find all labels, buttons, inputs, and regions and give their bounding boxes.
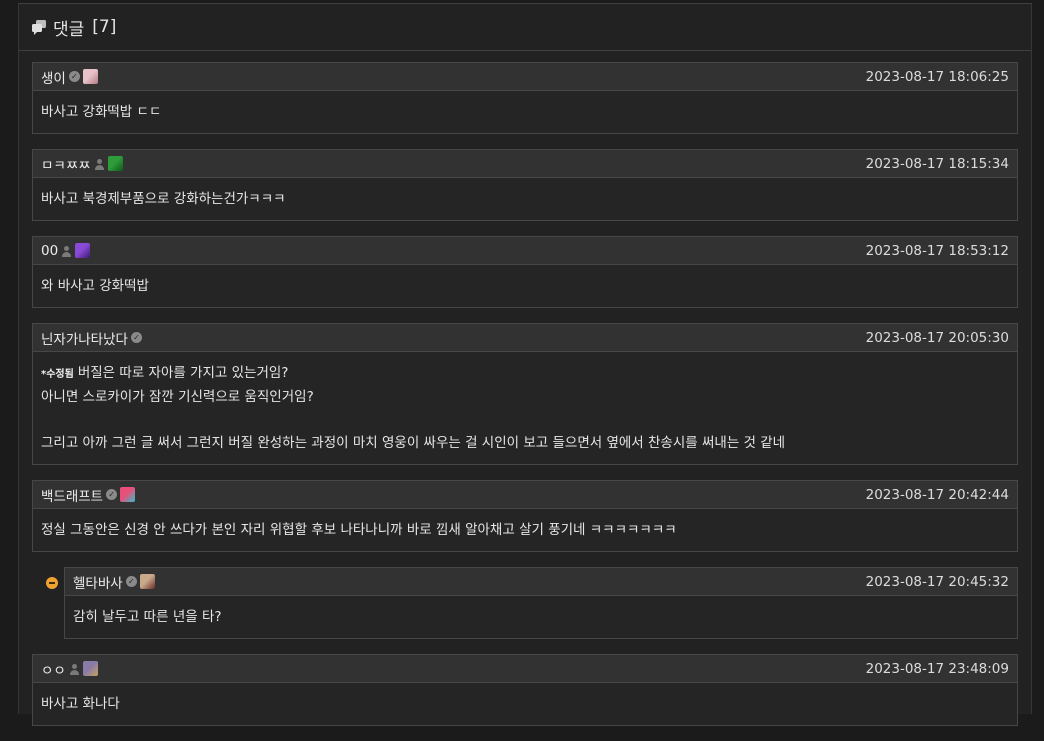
comment-text: 버질은 따로 자아를 가지고 있는거임? [77, 365, 289, 381]
comment-author[interactable]: 헬타바사 [73, 572, 123, 592]
comment-header: 00 2023-08-17 18:53:12 [33, 237, 1017, 265]
comment-text: 와 바사고 강화떡밥 [41, 278, 149, 294]
comment-body: 바사고 화나다 [33, 683, 1017, 725]
comment-author[interactable]: 생이 [41, 67, 66, 87]
verified-badge-icon: ✓ [130, 332, 142, 343]
comment-author-block: ㅁㅋㅉㅉ [41, 154, 123, 174]
comment-author-block: 00 [41, 243, 91, 259]
comment: 00 2023-08-17 18:53:12 와 바사고 강화떡밥 [32, 236, 1018, 308]
comments-icon [31, 19, 47, 35]
avatar[interactable] [82, 69, 98, 84]
reply-comment: 헬타바사 ✓ 2023-08-17 20:45:32 감히 날두고 따른 년을 … [46, 567, 1018, 639]
comment-author-block: 헬타바사 ✓ [73, 572, 155, 592]
comment-body: 정실 그동안은 신경 안 쓰다가 본인 자리 위협할 후보 나타나니까 바로 낌… [33, 509, 1017, 551]
comment: 백드래프트 ✓ 2023-08-17 20:42:44 정실 그동안은 신경 안… [32, 480, 1018, 552]
member-icon [69, 663, 80, 675]
comment-author-block: 닌자가나타났다 ✓ [41, 328, 142, 348]
comment-body: 바사고 북경제부품으로 강화하는건가ㅋㅋㅋ [33, 178, 1017, 220]
comment-header: 닌자가나타났다 ✓ 2023-08-17 20:05:30 [33, 324, 1017, 352]
comment-body: *수정됨 버질은 따로 자아를 가지고 있는거임? 아니면 스로카이가 잠깐 기신력… [33, 352, 1017, 464]
member-icon [94, 158, 105, 170]
comment-line: 아니면 스로카이가 잠깐 기신력으로 움직인거임? [41, 386, 1009, 409]
comment-author-block: 생이 ✓ [41, 67, 98, 87]
comment-line: 바사고 강화떡밥 ㄷㄷ [41, 101, 1009, 124]
edited-label: *수정됨 [41, 369, 74, 380]
comment-author[interactable]: 00 [41, 243, 58, 259]
comment-line: 바사고 화나다 [41, 693, 1009, 716]
comment-author[interactable]: ㅇㅇ [41, 659, 66, 679]
comment-author[interactable]: 백드래프트 [41, 485, 103, 505]
comment-timestamp: 2023-08-17 23:48:09 [865, 660, 1009, 677]
comment-timestamp: 2023-08-17 18:15:34 [865, 155, 1009, 172]
comment-author-block: ㅇㅇ [41, 659, 98, 679]
comments-section: 댓글 [7] 생이 ✓ 2023-08-17 18:06:25 바사고 강화떡밥… [18, 3, 1032, 726]
avatar[interactable] [120, 487, 136, 502]
comment-body: 와 바사고 강화떡밥 [33, 265, 1017, 307]
comment-header: 백드래프트 ✓ 2023-08-17 20:42:44 [33, 481, 1017, 509]
comment-author-block: 백드래프트 ✓ [41, 485, 136, 505]
comments-header: 댓글 [7] [19, 4, 1031, 51]
comment-header: ㅇㅇ 2023-08-17 23:48:09 [33, 655, 1017, 683]
comment-line: 바사고 북경제부품으로 강화하는건가ㅋㅋㅋ [41, 188, 1009, 211]
verified-badge-icon: ✓ [125, 576, 137, 587]
comment-header: 헬타바사 ✓ 2023-08-17 20:45:32 [65, 568, 1017, 596]
comment-text: 바사고 화나다 [41, 696, 120, 712]
comments-title: 댓글 [53, 19, 85, 40]
avatar[interactable] [107, 156, 123, 171]
comment-text: 바사고 강화떡밥 ㄷㄷ [41, 104, 162, 120]
comment-line: 정실 그동안은 신경 안 쓰다가 본인 자리 위협할 후보 나타나니까 바로 낌… [41, 519, 1009, 542]
reply-indicator-icon [46, 577, 58, 589]
comment-author[interactable]: 닌자가나타났다 [41, 328, 128, 348]
comment-timestamp: 2023-08-17 20:45:32 [865, 573, 1009, 590]
comment: 닌자가나타났다 ✓ 2023-08-17 20:05:30 *수정됨 버질은 따로… [32, 323, 1018, 465]
comment-timestamp: 2023-08-17 18:53:12 [865, 242, 1009, 259]
comment-timestamp: 2023-08-17 20:05:30 [865, 329, 1009, 346]
comment-line: *수정됨 버질은 따로 자아를 가지고 있는거임? [41, 362, 1009, 386]
comment-line: 그리고 아까 그런 글 써서 그런지 버질 완성하는 과정이 마치 영웅이 싸우… [41, 432, 1009, 455]
comment-list: 생이 ✓ 2023-08-17 18:06:25 바사고 강화떡밥 ㄷㄷ ㅁㅋㅉ… [19, 62, 1031, 741]
comment-text: 감히 날두고 따른 년을 타? [73, 609, 222, 625]
avatar[interactable] [75, 243, 91, 258]
verified-badge-icon: ✓ [68, 71, 80, 82]
comment: ㅇㅇ 2023-08-17 23:48:09 바사고 화나다 [32, 654, 1018, 726]
member-icon [61, 245, 72, 257]
avatar[interactable] [139, 574, 155, 589]
comments-count: [7] [92, 17, 117, 37]
avatar[interactable] [82, 661, 98, 676]
comment-author[interactable]: ㅁㅋㅉㅉ [41, 154, 91, 174]
comment-body: 감히 날두고 따른 년을 타? [65, 596, 1017, 638]
verified-badge-icon: ✓ [106, 489, 118, 500]
comment-timestamp: 2023-08-17 18:06:25 [865, 68, 1009, 85]
comment-text: 정실 그동안은 신경 안 쓰다가 본인 자리 위협할 후보 나타나니까 바로 낌… [41, 522, 677, 538]
comment-header: 생이 ✓ 2023-08-17 18:06:25 [33, 63, 1017, 91]
comment-text: 아니면 스로카이가 잠깐 기신력으로 움직인거임? [41, 389, 314, 405]
comment-header: ㅁㅋㅉㅉ 2023-08-17 18:15:34 [33, 150, 1017, 178]
comment-line: 감히 날두고 따른 년을 타? [73, 606, 1009, 629]
comment-text: 그리고 아까 그런 글 써서 그런지 버질 완성하는 과정이 마치 영웅이 싸우… [41, 435, 786, 451]
comment-body: 바사고 강화떡밥 ㄷㄷ [33, 91, 1017, 133]
comment-line [41, 409, 1009, 432]
comment: 생이 ✓ 2023-08-17 18:06:25 바사고 강화떡밥 ㄷㄷ [32, 62, 1018, 134]
comment: ㅁㅋㅉㅉ 2023-08-17 18:15:34 바사고 북경제부품으로 강화하… [32, 149, 1018, 221]
comment-line: 와 바사고 강화떡밥 [41, 275, 1009, 298]
comment-text: 바사고 북경제부품으로 강화하는건가ㅋㅋㅋ [41, 191, 286, 207]
comment-timestamp: 2023-08-17 20:42:44 [865, 486, 1009, 503]
